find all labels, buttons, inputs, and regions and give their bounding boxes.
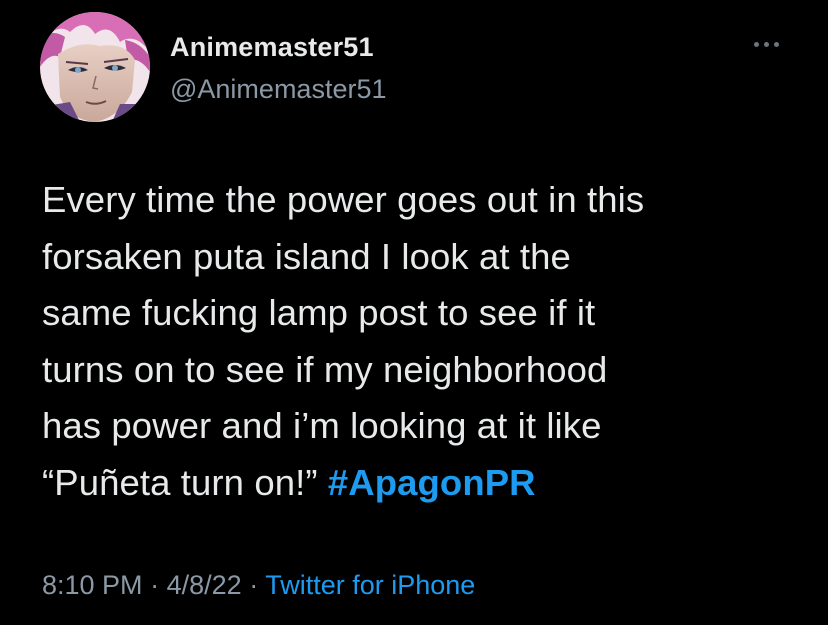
tweet-time[interactable]: 8:10 PM: [42, 570, 143, 600]
tweet-text-line: “Puñeta turn on!”: [42, 461, 318, 503]
ellipsis-icon: [754, 42, 759, 47]
tweet-text-line: same fucking lamp post to see if it: [42, 292, 596, 333]
tweet-text-last-line: “Puñeta turn on!” #ApagonPR: [42, 455, 802, 512]
tweet-text-line: has power and i’m looking at it like: [42, 405, 602, 446]
tweet-date[interactable]: 4/8/22: [167, 570, 242, 600]
more-options-button[interactable]: [752, 32, 788, 56]
anime-avatar-icon: [40, 12, 150, 122]
tweet-text: Every time the power goes out in this fo…: [42, 172, 802, 511]
user-avatar[interactable]: [40, 12, 150, 122]
tweet-text-line: turns on to see if my neighborhood: [42, 348, 608, 390]
ellipsis-dot: [764, 42, 769, 47]
tweet-text-line: Every time the power goes out in this: [42, 179, 645, 220]
tweet-text-line: forsaken puta island I look at the: [42, 235, 571, 277]
display-name[interactable]: Animemaster51: [170, 32, 374, 63]
tweet-source-link[interactable]: Twitter for iPhone: [265, 570, 475, 600]
separator: ·: [150, 570, 160, 600]
tweet-metadata: 8:10 PM · 4/8/22 · Twitter for iPhone: [42, 570, 475, 601]
tweet-card: Animemaster51 @Animemaster51 Every time …: [0, 0, 828, 625]
hashtag-link[interactable]: #ApagonPR: [328, 462, 536, 503]
separator: ·: [249, 570, 259, 600]
user-handle[interactable]: @Animemaster51: [170, 74, 387, 105]
ellipsis-dot: [774, 42, 779, 47]
